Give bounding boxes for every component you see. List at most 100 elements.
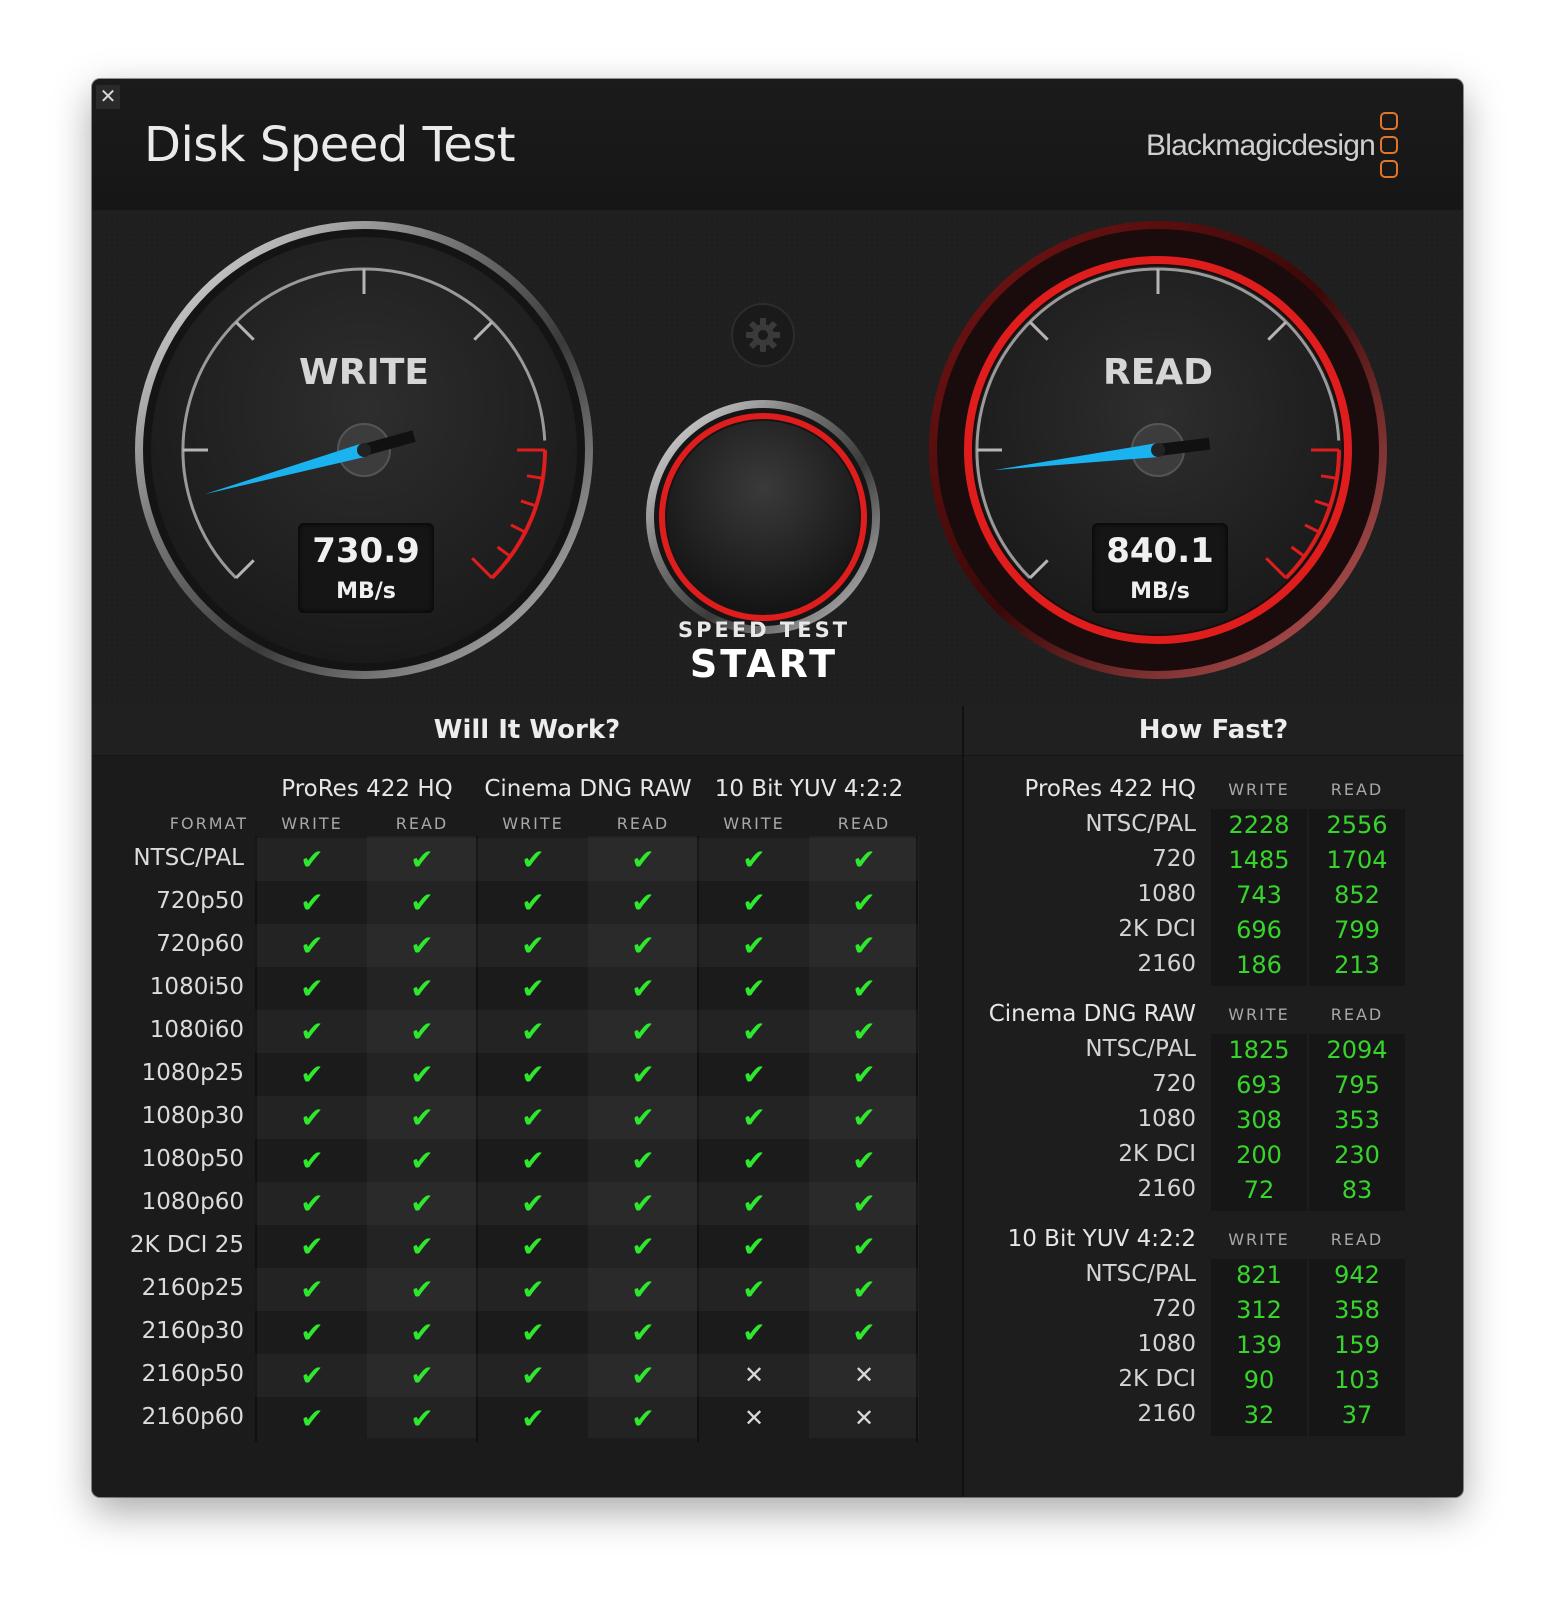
check-icon: ✔ (521, 1316, 545, 1349)
check-icon: ✔ (521, 1273, 545, 1306)
format-row-label: 1080i50 (149, 974, 244, 1000)
read-speed-fps: 799 (1334, 916, 1380, 944)
close-button[interactable]: ✕ (96, 85, 120, 109)
check-icon: ✔ (300, 1144, 324, 1177)
check-icon: ✔ (742, 1230, 766, 1263)
how-fast-heading: How Fast? (964, 706, 1463, 756)
check-icon: ✔ (631, 1230, 655, 1263)
cross-icon: ✕ (853, 1361, 875, 1389)
check-icon: ✔ (852, 972, 876, 1005)
write-readout: 730.9 MB/s (298, 523, 434, 613)
read-column-header: READ (616, 814, 670, 833)
format-row-label: 2K DCI 25 (129, 1232, 244, 1258)
read-speed-fps: 795 (1334, 1071, 1380, 1099)
will-it-work-panel: Will It Work? FORMAT ProRes 422 HQ WRITE RE… (92, 706, 964, 1497)
needle-cap (357, 443, 371, 457)
check-icon: ✔ (300, 929, 324, 962)
check-icon: ✔ (300, 886, 324, 919)
check-icon: ✔ (521, 929, 545, 962)
check-icon: ✔ (521, 1144, 545, 1177)
check-icon: ✔ (742, 972, 766, 1005)
check-icon: ✔ (852, 1144, 876, 1177)
check-icon: ✔ (852, 1316, 876, 1349)
check-icon: ✔ (410, 1015, 434, 1048)
read-column-header: READ (395, 814, 449, 833)
read-speed-fps: 942 (1334, 1261, 1380, 1289)
check-icon: ✔ (631, 929, 655, 962)
app-window: ✕ Disk Speed Test Blackmagicdesign WRITE… (92, 79, 1463, 1497)
needle-cap (1151, 443, 1165, 457)
write-speed-fps: 2228 (1228, 811, 1290, 839)
start-button[interactable] (646, 400, 880, 634)
read-speed-fps: 83 (1341, 1176, 1373, 1204)
check-icon: ✔ (742, 1015, 766, 1048)
check-icon: ✔ (742, 1058, 766, 1091)
read-column-header: READ (837, 814, 891, 833)
read-speed-fps: 213 (1334, 951, 1380, 979)
format-row-label: 1080p50 (141, 1146, 244, 1172)
read-column-header: READ (1330, 1230, 1384, 1249)
speed-row-label: 2160 (1137, 951, 1196, 977)
will-it-work-heading: Will It Work? (92, 706, 962, 756)
codec-name: 10 Bit YUV 4:2:2 (714, 776, 904, 802)
title-bar: ✕ Disk Speed Test Blackmagicdesign (92, 79, 1463, 211)
gauge-panel: WRITE 730.9 MB/s READ 840.1 MB/s SPEED T… (92, 210, 1463, 707)
format-row-label: 2160p25 (141, 1275, 244, 1301)
check-icon: ✔ (300, 1359, 324, 1392)
speed-row-label: 720 (1152, 1296, 1196, 1322)
check-icon: ✔ (852, 1058, 876, 1091)
check-icon: ✔ (631, 972, 655, 1005)
write-speed-fps: 821 (1236, 1261, 1282, 1289)
settings-button[interactable] (731, 303, 795, 367)
write-speed-fps: 743 (1236, 881, 1282, 909)
check-icon: ✔ (410, 1187, 434, 1220)
write-speed-fps: 200 (1236, 1141, 1282, 1169)
check-icon: ✔ (742, 1187, 766, 1220)
check-icon: ✔ (742, 1316, 766, 1349)
read-speed-fps: 37 (1341, 1401, 1373, 1429)
read-column-header: READ (1330, 1005, 1384, 1024)
speed-row-label: NTSC/PAL (1085, 1261, 1196, 1287)
speed-row-label: NTSC/PAL (1085, 811, 1196, 837)
check-icon: ✔ (852, 886, 876, 919)
write-speed-fps: 693 (1236, 1071, 1282, 1099)
check-icon: ✔ (410, 929, 434, 962)
check-icon: ✔ (410, 972, 434, 1005)
format-row-label: 2160p30 (141, 1318, 244, 1344)
speed-row-label: 2K DCI (1118, 916, 1196, 942)
speed-row-label: 1080 (1137, 1331, 1196, 1357)
check-icon: ✔ (300, 1187, 324, 1220)
format-row-label: 720p60 (156, 931, 244, 957)
check-icon: ✔ (631, 1273, 655, 1306)
write-speed-fps: 186 (1236, 951, 1282, 979)
format-row-label: 1080p25 (141, 1060, 244, 1086)
format-row-label: 1080p30 (141, 1103, 244, 1129)
read-speed-fps: 2556 (1326, 811, 1388, 839)
speed-row-label: 2160 (1137, 1401, 1196, 1427)
check-icon: ✔ (410, 1359, 434, 1392)
read-column-header: READ (1330, 780, 1384, 799)
check-icon: ✔ (852, 1101, 876, 1134)
start-button-label[interactable]: START (654, 642, 874, 686)
check-icon: ✔ (300, 1402, 324, 1435)
check-icon: ✔ (742, 1273, 766, 1306)
write-gauge-label: WRITE (299, 352, 429, 393)
read-speed-fps: 358 (1334, 1296, 1380, 1324)
check-icon: ✔ (631, 1101, 655, 1134)
write-speed-fps: 139 (1236, 1331, 1282, 1359)
check-icon: ✔ (631, 1402, 655, 1435)
app-title: Disk Speed Test (144, 117, 516, 173)
codec-name: Cinema DNG RAW (484, 776, 692, 802)
check-icon: ✔ (521, 1015, 545, 1048)
check-icon: ✔ (742, 929, 766, 962)
check-icon: ✔ (300, 1101, 324, 1134)
check-icon: ✔ (300, 1015, 324, 1048)
read-speed-fps: 159 (1334, 1331, 1380, 1359)
write-speed-fps: 90 (1243, 1366, 1275, 1394)
speed-row-label: 720 (1152, 846, 1196, 872)
check-icon: ✔ (852, 1015, 876, 1048)
read-speed-value: 840.1 (1106, 531, 1214, 571)
write-speed-unit: MB/s (336, 579, 396, 604)
format-row-label: 1080i60 (149, 1017, 244, 1043)
check-icon: ✔ (852, 929, 876, 962)
